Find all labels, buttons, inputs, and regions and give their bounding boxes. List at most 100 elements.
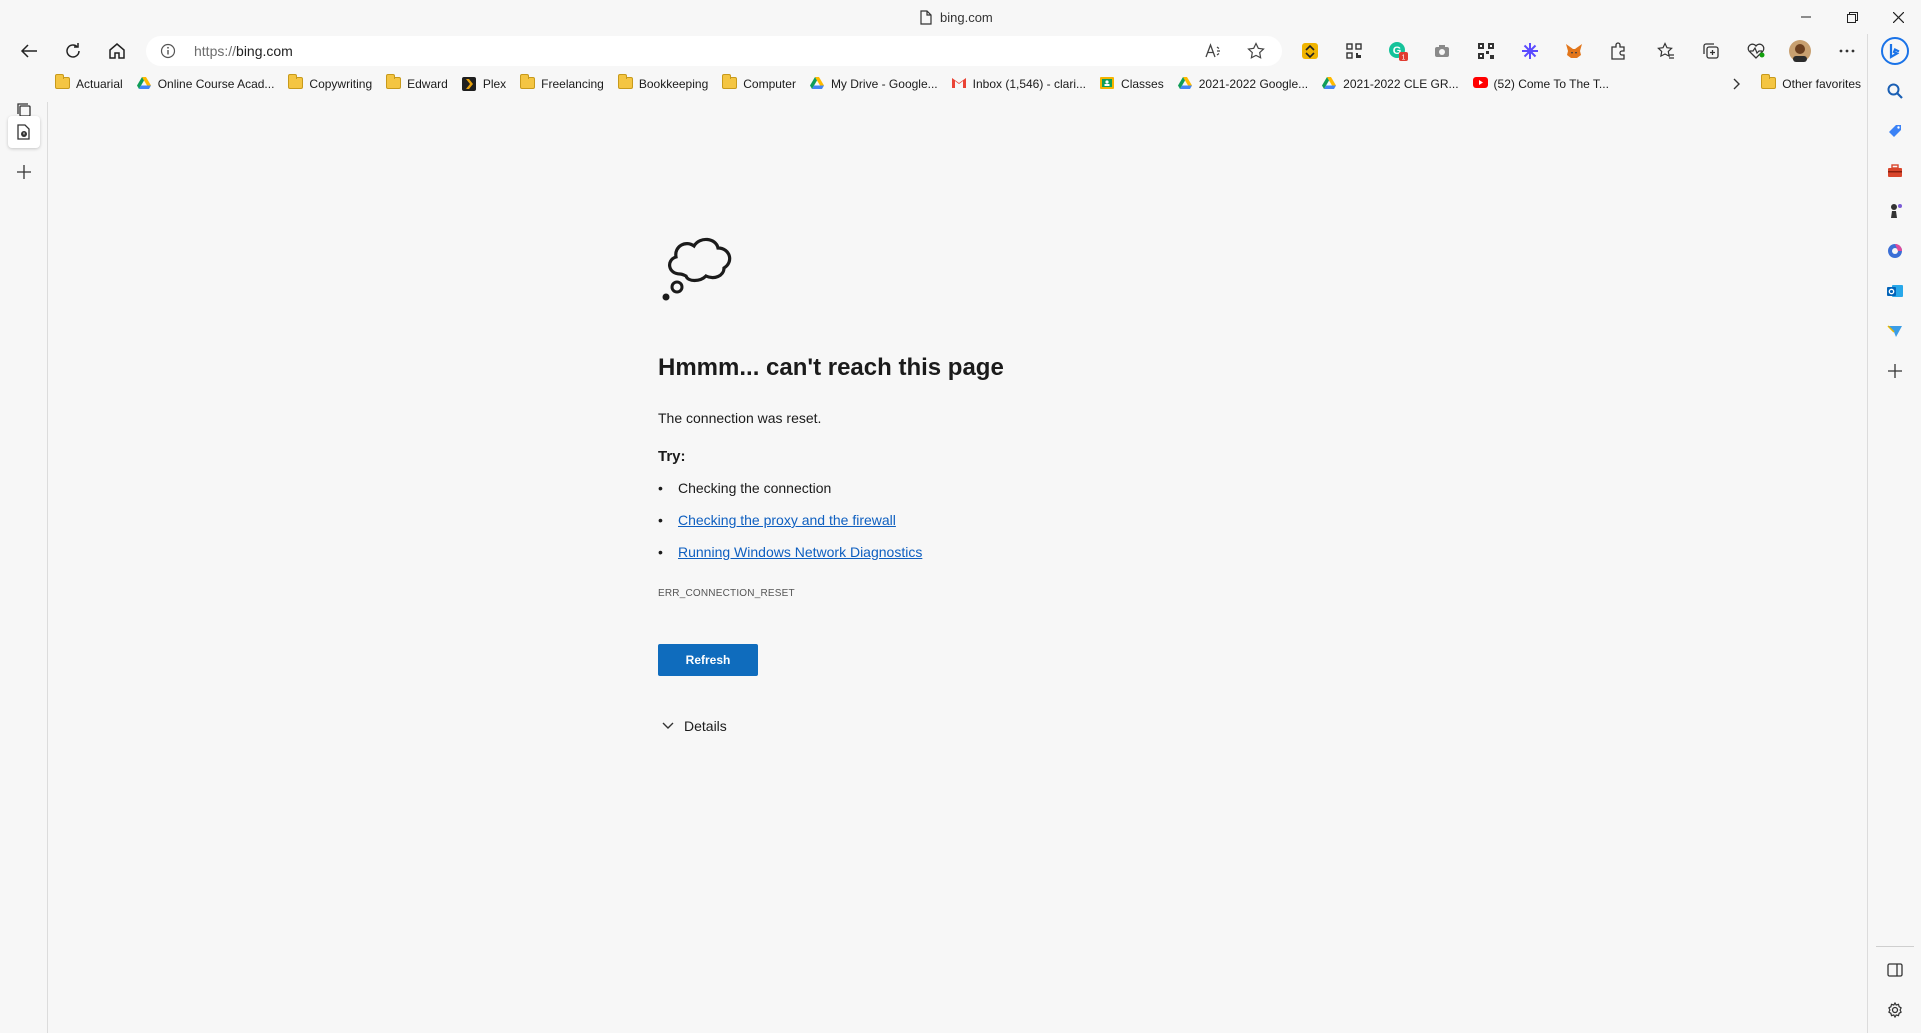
new-tab-button[interactable] xyxy=(8,156,40,188)
sidebar-games-button[interactable] xyxy=(1880,196,1910,226)
youtube-icon xyxy=(1472,77,1488,91)
sidebar-add-button[interactable] xyxy=(1880,356,1910,386)
bing-logo-icon xyxy=(1881,37,1909,65)
qr-scan-icon xyxy=(1346,43,1362,59)
extensions-button[interactable] xyxy=(1607,40,1629,62)
window-title: bing.com xyxy=(920,6,993,28)
address-bar[interactable]: https://bing.com xyxy=(146,36,1282,66)
network-diagnostics-link[interactable]: Running Windows Network Diagnostics xyxy=(678,544,922,560)
extensions-puzzle-icon xyxy=(1609,42,1627,60)
thought-cloud-icon xyxy=(658,230,738,310)
title-bar: bing.com xyxy=(0,0,1921,34)
refresh-button[interactable] xyxy=(56,34,90,68)
url-text[interactable]: https://bing.com xyxy=(194,36,293,66)
bullet: • xyxy=(658,512,663,528)
favorite-item[interactable]: Classes xyxy=(1093,71,1171,97)
tab-bing-active[interactable] xyxy=(8,116,40,148)
bing-chat-button[interactable] xyxy=(1880,36,1910,66)
chess-piece-icon xyxy=(1887,203,1903,219)
folder-icon xyxy=(520,74,536,91)
url-host: bing.com xyxy=(236,43,293,59)
favorite-item[interactable]: Online Course Acad... xyxy=(130,71,282,97)
metamask-extension-button[interactable] xyxy=(1563,40,1585,62)
sidebar-settings-button[interactable] xyxy=(1880,995,1910,1025)
vertical-tabs-strip xyxy=(0,102,48,1033)
minimize-icon xyxy=(1801,12,1811,22)
favorite-item[interactable]: Actuarial xyxy=(48,71,130,97)
sidebar-send-button[interactable] xyxy=(1880,316,1910,346)
list-item: • Checking the connection xyxy=(658,480,831,496)
favorite-star-icon xyxy=(1247,42,1265,60)
sidebar-search-button[interactable] xyxy=(1880,76,1910,106)
gmail-icon xyxy=(951,77,966,91)
honey-extension-button[interactable] xyxy=(1299,40,1321,62)
home-icon xyxy=(108,42,126,60)
restore-button[interactable] xyxy=(1829,0,1875,34)
minimize-button[interactable] xyxy=(1783,0,1829,34)
favorite-item[interactable]: Copywriting xyxy=(281,71,379,97)
paper-plane-icon xyxy=(1887,324,1903,338)
chevron-down-icon xyxy=(662,722,674,730)
favorite-item[interactable]: Inbox (1,546) - clari... xyxy=(945,71,1093,97)
qr-code-button[interactable] xyxy=(1475,40,1497,62)
shopping-tag-icon xyxy=(1887,123,1903,139)
favorite-item[interactable]: 2021-2022 CLE GR... xyxy=(1315,71,1465,97)
office-icon xyxy=(1887,243,1903,259)
details-toggle[interactable]: Details xyxy=(662,718,727,734)
qr-scan-button[interactable] xyxy=(1343,40,1365,62)
try-heading: Try: xyxy=(658,448,686,465)
restore-icon xyxy=(1846,11,1858,23)
bullet: • xyxy=(658,544,663,560)
tab-actions-icon xyxy=(17,103,31,117)
site-info-icon[interactable] xyxy=(160,43,176,59)
chevron-right-icon xyxy=(1733,78,1741,90)
favorite-item[interactable]: Bookkeeping xyxy=(611,71,715,97)
window-title-text: bing.com xyxy=(940,9,993,25)
sparkle-extension-button[interactable] xyxy=(1519,40,1541,62)
close-button[interactable] xyxy=(1875,0,1921,34)
bullet: • xyxy=(658,480,663,496)
favorite-item[interactable]: Freelancing xyxy=(513,71,611,97)
screenshot-camera-icon xyxy=(1434,44,1450,58)
plus-icon xyxy=(1888,364,1902,378)
folder-icon xyxy=(386,74,402,91)
profile-button[interactable] xyxy=(1789,40,1811,62)
error-description: The connection was reset. xyxy=(658,410,822,426)
home-button[interactable] xyxy=(100,34,134,68)
collections-button[interactable] xyxy=(1700,40,1722,62)
sidebar-outlook-button[interactable] xyxy=(1880,276,1910,306)
favorite-item[interactable]: 2021-2022 Google... xyxy=(1171,71,1315,97)
more-options-button[interactable] xyxy=(1836,40,1858,62)
favorites-overflow-button[interactable] xyxy=(1726,71,1748,97)
refresh-button[interactable]: Refresh xyxy=(658,644,758,676)
favorite-item[interactable]: Edward xyxy=(379,71,455,97)
sidebar-shopping-button[interactable] xyxy=(1880,116,1910,146)
favorite-item[interactable]: Computer xyxy=(715,71,803,97)
favorite-item[interactable]: Plex xyxy=(455,71,513,97)
honey-extension-icon xyxy=(1301,42,1319,60)
document-icon xyxy=(920,9,932,25)
google-drive-icon xyxy=(1177,77,1192,91)
search-icon xyxy=(1887,83,1903,99)
folder-icon xyxy=(722,74,738,91)
screenshot-button[interactable] xyxy=(1431,40,1453,62)
add-favorite-button[interactable] xyxy=(1243,39,1269,63)
favorites-button[interactable] xyxy=(1655,40,1677,62)
favorite-item[interactable]: (52) Come To The T... xyxy=(1466,71,1616,97)
favorites-bar: Actuarial Online Course Acad... Copywrit… xyxy=(48,70,1868,98)
favorite-item[interactable]: My Drive - Google... xyxy=(803,71,945,97)
page-title: Hmmm... can't reach this page xyxy=(658,354,1004,381)
hide-sidebar-button[interactable] xyxy=(1880,955,1910,985)
performance-heart-icon xyxy=(1747,43,1765,59)
refresh-icon xyxy=(64,42,82,60)
collections-icon xyxy=(1702,42,1720,60)
back-button[interactable] xyxy=(12,34,46,68)
read-aloud-button[interactable] xyxy=(1201,39,1227,63)
sidebar-office-button[interactable] xyxy=(1880,236,1910,266)
performance-button[interactable] xyxy=(1745,40,1767,62)
list-item: • Checking the proxy and the firewall xyxy=(658,512,896,528)
grammarly-extension-button[interactable]: G1 xyxy=(1387,40,1409,62)
proxy-firewall-link[interactable]: Checking the proxy and the firewall xyxy=(678,512,896,528)
sidebar-tools-button[interactable] xyxy=(1880,156,1910,186)
other-favorites-folder[interactable]: Other favorites xyxy=(1754,71,1868,97)
